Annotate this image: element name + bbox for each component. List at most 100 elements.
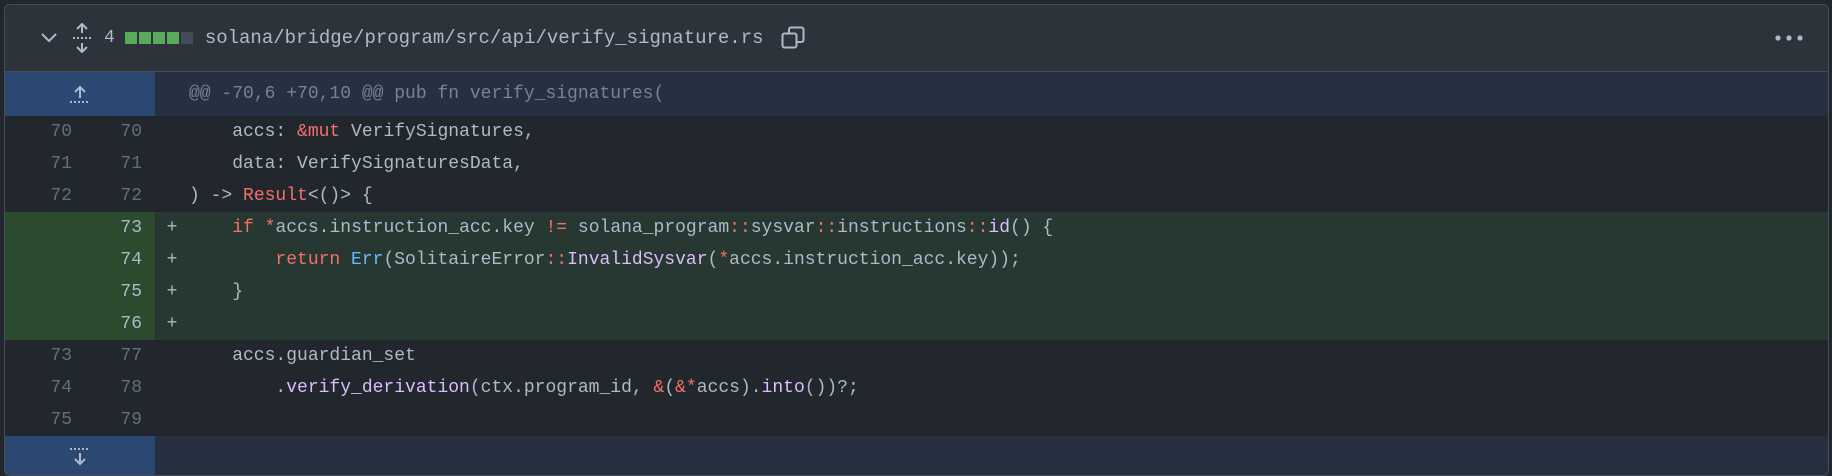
copy-icon[interactable]: [780, 25, 806, 51]
new-line-number[interactable]: 74: [80, 244, 155, 276]
diff-line-context: 72 72 ) -> Result<()> {: [5, 180, 1828, 212]
old-line-number[interactable]: 75: [5, 410, 80, 430]
diffstat-bar: [124, 32, 193, 44]
code-line: accs: &mut VerifySignatures,: [189, 122, 535, 142]
file-path[interactable]: solana/bridge/program/src/api/verify_sig…: [205, 27, 764, 49]
diffstat-block: [166, 32, 179, 44]
diff-marker: +: [166, 218, 178, 238]
code-token: accs.guardian_set: [189, 346, 416, 366]
code-token: verify_derivation: [286, 378, 470, 398]
code-token: if: [232, 218, 254, 238]
code-token: }: [189, 282, 244, 302]
new-line-number[interactable]: 73: [80, 212, 155, 244]
new-line-number[interactable]: 79: [80, 410, 155, 430]
expand-down-button[interactable]: [5, 436, 155, 475]
code-token: (: [664, 378, 676, 398]
diff-line-context: 71 71 data: VerifySignaturesData,: [5, 148, 1828, 180]
old-line-number[interactable]: [5, 276, 80, 308]
code-line: if *accs.instruction_acc.key != solana_p…: [189, 218, 1053, 238]
new-line-number[interactable]: 78: [80, 378, 155, 398]
old-line-number[interactable]: 70: [5, 122, 80, 142]
new-line-number[interactable]: 77: [80, 346, 155, 366]
code-token: (SolitaireError: [383, 250, 546, 270]
new-line-number[interactable]: 71: [80, 154, 155, 174]
old-line-number[interactable]: 74: [5, 378, 80, 398]
code-token: ::: [545, 250, 568, 270]
diff-table: @@ -70,6 +70,10 @@ pub fn verify_signatu…: [5, 72, 1828, 475]
old-line-number[interactable]: [5, 244, 80, 276]
new-line-number[interactable]: 70: [80, 122, 155, 142]
old-line-number[interactable]: [5, 308, 80, 340]
code-token: .: [189, 378, 287, 398]
diff-marker: +: [166, 250, 178, 270]
code-token: ::: [815, 218, 838, 238]
chevron-down-icon[interactable]: [38, 27, 60, 49]
code-token: &mut: [297, 122, 341, 142]
code-token: Err: [351, 250, 384, 270]
diff-marker: +: [166, 314, 178, 334]
new-line-number[interactable]: 76: [80, 308, 155, 340]
hunk-header-text: @@ -70,6 +70,10 @@ pub fn verify_signatu…: [189, 84, 665, 104]
code-token: ) ->: [189, 186, 244, 206]
code-token: &*: [675, 378, 697, 398]
code-token: accs:: [189, 122, 298, 142]
code-token: VerifySignatures,: [340, 122, 535, 142]
code-line: return Err(SolitaireError::InvalidSysvar…: [189, 250, 1021, 270]
code-token: <()> {: [307, 186, 373, 206]
code-line: .verify_derivation(ctx.program_id, &(&*a…: [189, 378, 859, 398]
diffstat-block: [152, 32, 165, 44]
diff-line-context: 73 77 accs.guardian_set: [5, 340, 1828, 372]
old-line-number[interactable]: [5, 212, 80, 244]
code-token: (: [707, 250, 719, 270]
hunk-header-row: @@ -70,6 +70,10 @@ pub fn verify_signatu…: [5, 72, 1828, 116]
code-token: ::: [966, 218, 989, 238]
new-line-number[interactable]: 72: [80, 186, 155, 206]
old-line-number[interactable]: 72: [5, 186, 80, 206]
diff-line-added: 74 + return Err(SolitaireError::InvalidSy…: [5, 244, 1828, 276]
code-token: solana_program: [567, 218, 730, 238]
code-line: ) -> Result<()> {: [189, 186, 373, 206]
diff-marker: +: [166, 282, 178, 302]
changes-count: 4: [104, 28, 115, 48]
diff-line-added: 73 + if *accs.instruction_acc.key != sola…: [5, 212, 1828, 244]
code-token: sysvar: [750, 218, 816, 238]
file-header: 4 solana/bridge/program/src/api/verify_s…: [5, 5, 1828, 72]
kebab-horizontal-icon[interactable]: [1774, 27, 1804, 49]
code-token: &: [653, 378, 665, 398]
diff-line-context: 70 70 accs: &mut VerifySignatures,: [5, 116, 1828, 148]
code-token: accs.instruction_acc.key: [275, 218, 546, 238]
diffstat-block: [180, 32, 193, 44]
old-line-number[interactable]: 71: [5, 154, 80, 174]
diff-line-context: 74 78 .verify_derivation(ctx.program_id, …: [5, 372, 1828, 404]
unfold-icon[interactable]: [70, 23, 94, 53]
diffstat-block: [138, 32, 151, 44]
code-token: ())?;: [804, 378, 859, 398]
code-token: (ctx.program_id,: [469, 378, 654, 398]
code-token: accs.instruction_acc.key));: [729, 250, 1021, 270]
code-token: into: [761, 378, 805, 398]
code-token: *: [264, 218, 276, 238]
code-token: Result: [243, 186, 308, 206]
diff-line-context: 75 79: [5, 404, 1828, 436]
diff-file: 4 solana/bridge/program/src/api/verify_s…: [4, 4, 1829, 476]
code-token: accs).: [696, 378, 762, 398]
code-token: () {: [1010, 218, 1054, 238]
expand-up-button[interactable]: [5, 72, 155, 116]
code-token: *: [718, 250, 730, 270]
code-line: }: [189, 282, 243, 302]
code-token: id: [988, 218, 1011, 238]
new-line-number[interactable]: 75: [80, 276, 155, 308]
old-line-number[interactable]: 73: [5, 346, 80, 366]
code-token: ::: [729, 218, 751, 238]
code-token: instructions: [837, 218, 967, 238]
diff-line-added: 76 +: [5, 308, 1828, 340]
diff-line-added: 75 + }: [5, 276, 1828, 308]
code-token: InvalidSysvar: [567, 250, 708, 270]
code-token: data: VerifySignaturesData,: [189, 154, 524, 174]
code-line: data: VerifySignaturesData,: [189, 154, 524, 174]
code-token: return: [275, 250, 341, 270]
